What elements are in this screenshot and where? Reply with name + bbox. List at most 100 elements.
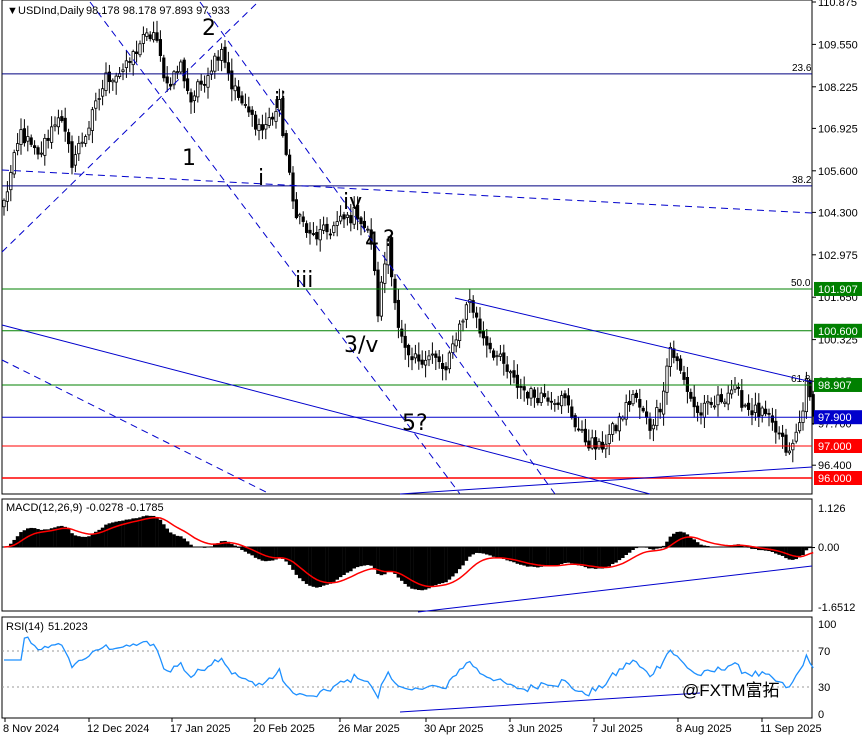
macd-bar: [461, 547, 465, 566]
candle-body: [240, 95, 244, 104]
macd-bar: [162, 524, 166, 547]
candle-body: [328, 233, 333, 236]
lower-dashed-trendline: [1, 359, 271, 495]
support-trendline: [399, 466, 813, 495]
candle-body: [526, 391, 530, 399]
price-tick-label: 110.875: [818, 0, 857, 9]
macd-bar: [267, 547, 271, 561]
candle-body: [359, 217, 363, 225]
candle-body: [321, 224, 326, 231]
candle-body: [403, 335, 407, 348]
candle-body: [430, 353, 435, 356]
macd-bar: [366, 547, 370, 566]
macd-bar: [185, 541, 190, 547]
macd-bar: [621, 547, 625, 559]
macd-bar: [355, 547, 360, 568]
macd-bar: [746, 547, 751, 548]
candle-body: [111, 79, 115, 83]
candle-body: [587, 440, 591, 449]
macd-bar: [811, 547, 815, 549]
candle-body: [594, 437, 598, 450]
candle-body: [2, 199, 6, 208]
candle-body: [250, 109, 254, 115]
macd-bar: [277, 547, 282, 558]
candle-body: [287, 154, 292, 173]
candle-body: [577, 428, 581, 431]
candle-body: [570, 406, 574, 419]
long-dashed-trendline: [1, 169, 813, 214]
macd-bar: [270, 547, 275, 561]
macd-bar: [301, 547, 305, 582]
candle-body: [311, 233, 316, 235]
level-tag-label: 98.907: [818, 380, 852, 392]
candle-body: [202, 83, 207, 86]
candle-body: [175, 71, 179, 74]
macd-bar: [699, 544, 703, 547]
candle-body: [185, 78, 190, 91]
wave-label-question: ?: [383, 227, 395, 252]
macd-bar: [634, 547, 639, 549]
macd-bar: [70, 533, 74, 547]
macd-bar: [444, 547, 448, 583]
candle-body: [46, 137, 50, 141]
macd-bar: [682, 532, 686, 547]
candle-body: [36, 147, 40, 155]
macd-bar: [369, 547, 373, 566]
candle-body: [590, 437, 594, 449]
rsi-tick-label: 100: [818, 619, 836, 631]
macd-bar: [576, 547, 581, 566]
candle-body: [713, 405, 717, 408]
candle-body: [101, 88, 105, 97]
candle-body: [315, 232, 319, 240]
candle-body: [342, 214, 346, 220]
macd-bar: [240, 547, 244, 550]
candle-body: [138, 43, 142, 56]
macd-bar: [372, 547, 377, 569]
candle-body: [216, 56, 220, 61]
candle-body: [444, 366, 448, 371]
macd-tick-label: 0.00: [818, 542, 839, 554]
symbol-triangle-icon[interactable]: ▼: [7, 5, 18, 17]
wave-label: iv: [343, 190, 362, 215]
date-tick-label: 3 Jun 2025: [508, 723, 562, 735]
macd-bar: [423, 547, 428, 590]
candle-body: [253, 114, 258, 130]
macd-bar: [250, 547, 254, 556]
candle-body: [410, 356, 414, 361]
candle-body: [338, 215, 343, 222]
macd-bar: [311, 547, 316, 587]
candle-body: [447, 352, 452, 370]
macd-bar: [651, 547, 656, 550]
macd-bar: [481, 547, 486, 554]
candle-body: [757, 402, 761, 418]
macd-bar: [580, 547, 584, 566]
candle-body: [733, 384, 737, 390]
candle-body: [141, 34, 145, 44]
candle-body: [60, 116, 64, 121]
wave-label: 4: [365, 229, 379, 254]
candle-body: [723, 401, 727, 404]
candle-body: [233, 85, 237, 92]
macd-bar: [175, 535, 180, 547]
candle-body: [706, 400, 710, 404]
candle-body: [747, 402, 751, 410]
macd-bar: [437, 547, 441, 584]
candle-body: [304, 223, 309, 233]
macd-bar: [182, 538, 186, 547]
macd-bar: [655, 547, 659, 549]
candle-body: [219, 49, 224, 61]
candle-body: [696, 405, 700, 413]
candle-body: [491, 350, 496, 358]
candle-body: [668, 346, 673, 368]
candle-body: [736, 386, 741, 389]
candle-body: [77, 143, 81, 155]
candle-body: [740, 390, 744, 408]
macd-tick-label: -1.6512: [818, 602, 855, 614]
price-tick-label: 96.400: [818, 460, 852, 472]
watermark-fxtm: @FXTM富拓: [682, 681, 780, 700]
macd-bar: [209, 546, 214, 547]
price-tick-label: 106.925: [818, 123, 858, 135]
candle-body: [481, 330, 486, 339]
rsi-value: 51.2023: [48, 621, 88, 633]
candle-body: [719, 394, 724, 403]
